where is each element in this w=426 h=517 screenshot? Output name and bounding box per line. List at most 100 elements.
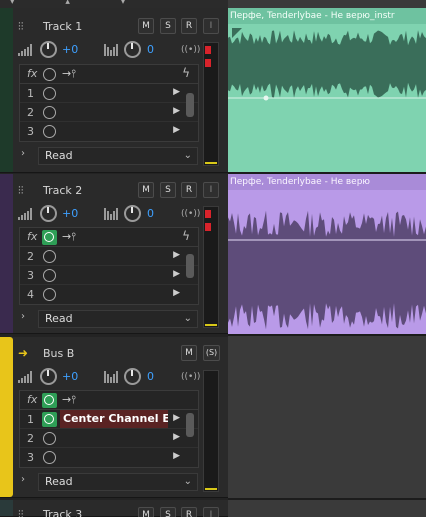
slot-power-icon[interactable] (43, 125, 56, 138)
effect-slot[interactable]: 4 ▶ (20, 285, 198, 304)
input-monitor-button[interactable]: I (203, 507, 219, 517)
track-color-stripe (0, 500, 13, 516)
expand-chevron-icon[interactable]: › (21, 148, 25, 159)
track-name[interactable]: Track 1 (43, 20, 82, 33)
record-indicator-icon[interactable]: ((•)) (181, 45, 200, 55)
waveform-track-icon: ⫶⫶ (18, 184, 24, 197)
automation-mode-select[interactable]: Read ⌄ (38, 310, 198, 328)
volume-knob[interactable] (40, 205, 57, 222)
mute-button[interactable]: M (138, 18, 154, 34)
effects-scrollbar[interactable] (186, 93, 194, 117)
mute-button[interactable]: M (138, 182, 154, 198)
move-arrows-icon[interactable]: ▾ ▴ ▾ (10, 0, 149, 7)
volume-value[interactable]: +0 (62, 370, 78, 383)
input-monitor-button[interactable]: I (203, 18, 219, 34)
slot-arrow-icon[interactable]: ▶ (173, 125, 180, 135)
rack-power-icon[interactable] (43, 68, 56, 81)
track-name[interactable]: Track 3 (43, 508, 82, 517)
record-arm-button[interactable]: R (181, 18, 197, 34)
slot-arrow-icon[interactable]: ▶ (173, 451, 180, 461)
expand-chevron-icon[interactable]: › (21, 311, 25, 322)
input-monitor-button[interactable]: I (203, 182, 219, 198)
audio-clip[interactable]: Перфе, Tenderlybae - Не верю_instr (228, 8, 426, 172)
chevron-down-icon: ⌄ (183, 313, 192, 324)
solo-button[interactable]: S (160, 18, 176, 34)
slot-power-icon[interactable] (43, 106, 56, 119)
automation-row: › Read ⌄ (19, 310, 199, 328)
level-meter (203, 370, 219, 492)
clip-waveform (228, 210, 426, 330)
volume-value[interactable]: +0 (62, 207, 78, 220)
automation-mode-select[interactable]: Read ⌄ (38, 147, 198, 165)
slot-power-icon[interactable] (43, 269, 56, 282)
pan-knob[interactable] (124, 368, 141, 385)
pan-value[interactable]: 0 (147, 43, 154, 56)
effects-rack: fx →⫯ ϟ 1 ▶ 2 ▶ 3 ▶ (19, 64, 199, 142)
slot-arrow-icon[interactable]: ▶ (173, 413, 180, 423)
record-arm-button[interactable]: R (181, 507, 197, 517)
automation-mode-select[interactable]: Read ⌄ (38, 473, 198, 491)
effect-slot[interactable]: 3 ▶ (20, 266, 198, 285)
mute-button[interactable]: M (181, 345, 197, 361)
slot-power-icon[interactable] (43, 250, 56, 263)
audio-clip[interactable]: Перфе, Tenderlybae - Не верю (228, 174, 426, 334)
effect-slot[interactable]: 1 Center Channel Extra ▶ (20, 410, 198, 429)
routing-icon[interactable]: →⫯ (62, 230, 76, 244)
slot-arrow-icon[interactable]: ▶ (173, 106, 180, 116)
slot-arrow-icon[interactable]: ▶ (173, 288, 180, 298)
slot-power-icon[interactable] (43, 432, 56, 445)
record-arm-button[interactable]: R (181, 182, 197, 198)
slot-arrow-icon[interactable]: ▶ (173, 250, 180, 260)
record-indicator-icon[interactable]: ((•)) (181, 209, 200, 219)
effects-scrollbar[interactable] (186, 254, 194, 278)
effects-rack-header: fx →⫯ ϟ (20, 65, 198, 84)
effect-slot[interactable]: 3 ▶ (20, 448, 198, 467)
effect-slot[interactable]: 2 ▶ (20, 103, 198, 122)
pan-knob[interactable] (124, 205, 141, 222)
routing-icon[interactable]: →⫯ (62, 393, 76, 407)
routing-icon[interactable]: →⫯ (62, 67, 76, 81)
slot-power-icon[interactable] (43, 288, 56, 301)
record-indicator-icon[interactable]: ((•)) (181, 372, 200, 382)
effect-slot[interactable]: 2 ▶ (20, 429, 198, 448)
pan-value[interactable]: 0 (147, 370, 154, 383)
lightning-icon[interactable]: ϟ (182, 229, 190, 243)
slot-arrow-icon[interactable]: ▶ (173, 432, 180, 442)
track-name[interactable]: Track 2 (43, 184, 82, 197)
slot-arrow-icon[interactable]: ▶ (173, 269, 180, 279)
solo-button[interactable]: S (160, 182, 176, 198)
volume-knob[interactable] (40, 41, 57, 58)
slot-arrow-icon[interactable]: ▶ (173, 87, 180, 97)
effect-slot[interactable]: 1 ▶ (20, 84, 198, 103)
slot-power-icon[interactable] (43, 451, 56, 464)
pan-knob[interactable] (124, 41, 141, 58)
timeline-clip-area[interactable]: Перфе, Tenderlybae - Не верю_instr Перфе… (228, 0, 426, 517)
volume-knob[interactable] (40, 368, 57, 385)
slot-power-icon[interactable] (42, 412, 57, 427)
track-3-header: ⫶⫶ Track 3 M S R I (0, 500, 228, 517)
expand-chevron-icon[interactable]: › (21, 474, 25, 485)
solo-button[interactable]: S (160, 507, 176, 517)
slot-power-icon[interactable] (43, 87, 56, 100)
lightning-icon[interactable]: ϟ (182, 66, 190, 80)
fx-icon[interactable]: fx (27, 67, 37, 80)
pan-value[interactable]: 0 (147, 207, 154, 220)
effects-scrollbar[interactable] (186, 413, 194, 437)
bus-color-stripe (0, 337, 13, 497)
effects-rack-header: fx →⫯ (20, 391, 198, 410)
effect-slot[interactable]: 2 ▶ (20, 247, 198, 266)
chevron-down-icon: ⌄ (183, 476, 192, 487)
track-name[interactable]: Bus B (43, 347, 74, 360)
track-color-stripe (0, 8, 13, 172)
rack-power-icon[interactable] (42, 393, 57, 408)
volume-value[interactable]: +0 (62, 43, 78, 56)
effect-slot[interactable]: 3 ▶ (20, 122, 198, 141)
fx-icon[interactable]: fx (27, 230, 37, 243)
fx-icon[interactable]: fx (27, 393, 37, 406)
effect-name[interactable]: Center Channel Extra (60, 410, 168, 428)
solo-button[interactable]: (S) (203, 345, 220, 361)
mute-button[interactable]: M (138, 507, 154, 517)
track-header-toolbar: ▾ ▴ ▾ (0, 0, 228, 8)
level-meter (203, 206, 219, 328)
rack-power-icon[interactable] (42, 230, 57, 245)
